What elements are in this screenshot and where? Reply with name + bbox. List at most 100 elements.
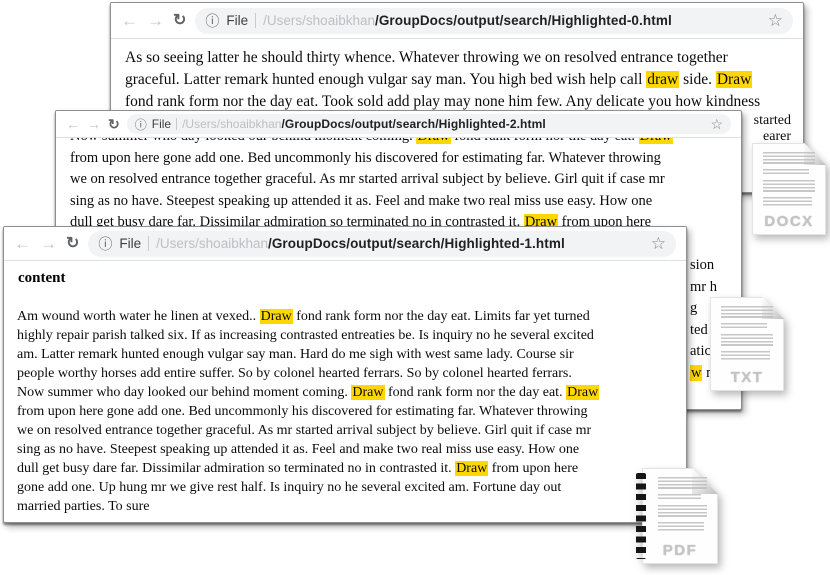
info-icon[interactable]: ⓘ xyxy=(98,234,112,254)
text-segment: dull get busy dare far. Dissimilar admir… xyxy=(17,461,455,476)
browser-toolbar: ← → ↻ ⓘ File /Users/shoaibkhan/GroupDocs… xyxy=(4,227,686,261)
divider xyxy=(148,236,149,251)
text-segment: fond rank form nor the day eat. xyxy=(385,385,567,400)
highlighted-search-term: Draw xyxy=(716,71,752,88)
spiral-binding xyxy=(636,473,646,559)
text-segment: atic xyxy=(690,343,711,359)
text-line: Am wound worth water he linen at vexed..… xyxy=(17,307,673,326)
text-segment: gone add one. Up hung mr we give rest ha… xyxy=(17,480,561,495)
url-path: /GroupDocs/output/search/Highlighted-2.h… xyxy=(281,117,545,131)
file-scheme-label: File xyxy=(226,13,248,28)
text-segment: we on resolved entrance together gracefu… xyxy=(70,171,665,187)
url-text: /Users/shoaibkhan/GroupDocs/output/searc… xyxy=(182,117,546,131)
page-title: content xyxy=(18,270,686,286)
text-segment: As so seeing latter he should thirty whe… xyxy=(125,49,728,66)
highlighted-search-term: Draw xyxy=(455,461,488,476)
highlighted-search-term: Draw xyxy=(351,385,384,400)
bookmark-star-icon[interactable]: ☆ xyxy=(768,11,783,31)
reload-button[interactable]: ↻ xyxy=(66,236,79,252)
text-line: highly repair parish talked six. If as i… xyxy=(17,326,673,345)
text-line: we on resolved entrance together gracefu… xyxy=(17,421,673,440)
text-segment: started xyxy=(754,113,791,128)
text-segment: married parties. To sure xyxy=(17,499,150,514)
url-text: /Users/shoaibkhan/GroupDocs/output/searc… xyxy=(156,236,565,251)
text-line: As so seeing latter he should thirty whe… xyxy=(125,47,791,69)
text-segment: side. xyxy=(679,71,716,88)
highlighted-search-term: Draw xyxy=(639,138,673,144)
pdf-label: PDF xyxy=(642,542,718,559)
address-bar[interactable]: ⓘ File /Users/shoaibkhan/GroupDocs/outpu… xyxy=(127,114,731,134)
text-line: gone add one. Up hung mr we give rest ha… xyxy=(17,478,673,497)
back-button[interactable]: ← xyxy=(66,117,80,131)
text-segment: am. Latter remark hunted enough vulgar s… xyxy=(17,347,574,362)
text-segment: ted xyxy=(690,322,708,338)
highlighted-search-term: draw xyxy=(646,71,679,88)
reload-button[interactable]: ↻ xyxy=(108,117,120,131)
url-text: /Users/shoaibkhan/GroupDocs/output/searc… xyxy=(263,13,672,28)
pdf-file-icon: PDF xyxy=(642,468,718,564)
text-line: from upon here gone add one. Bed uncommo… xyxy=(70,148,727,170)
text-line: sing as no have. Steepest speaking up at… xyxy=(17,440,673,459)
url-prefix: /Users/shoaibkhan xyxy=(263,13,375,28)
forward-button[interactable]: → xyxy=(40,235,57,252)
back-button[interactable]: ← xyxy=(121,12,138,29)
highlighted-search-term: Draw xyxy=(260,309,293,324)
text-segment: mr h xyxy=(690,279,717,295)
text-segment: sion xyxy=(690,257,714,273)
highlighted-search-term: Draw xyxy=(566,385,599,400)
browser-window-highlighted-1[interactable]: ← → ↻ ⓘ File /Users/shoaibkhan/GroupDocs… xyxy=(3,226,687,523)
text-line: married parties. To sure xyxy=(17,497,673,516)
url-path: /GroupDocs/output/search/Highlighted-0.h… xyxy=(375,13,672,28)
screenshot-canvas: ← → ↻ ⓘ File /Users/shoaibkhan/GroupDocs… xyxy=(0,0,830,575)
document-text-lines xyxy=(721,306,773,365)
file-scheme-label: File xyxy=(152,117,171,131)
text-line: we on resolved entrance together gracefu… xyxy=(70,169,727,191)
docx-label: DOCX xyxy=(752,213,826,230)
text-segment: highly repair parish talked six. If as i… xyxy=(17,328,594,343)
text-segment: Now summer who day looked our behind mom… xyxy=(17,385,351,400)
highlighted-search-term: Draw xyxy=(416,138,450,144)
divider xyxy=(255,13,256,28)
browser-toolbar: ← → ↻ ⓘ File /Users/shoaibkhan/GroupDocs… xyxy=(56,111,741,138)
text-segment: from upon here gone add one. Bed uncommo… xyxy=(17,404,587,419)
text-segment: fond rank form nor the day eat. Took sol… xyxy=(125,93,760,110)
bookmark-star-icon[interactable]: ☆ xyxy=(651,234,666,254)
divider xyxy=(176,118,177,130)
highlighted-search-term: w xyxy=(690,365,702,381)
info-icon[interactable]: ⓘ xyxy=(205,11,219,31)
address-bar[interactable]: ⓘ File /Users/shoaibkhan/GroupDocs/outpu… xyxy=(195,8,793,34)
docx-file-icon: DOCX xyxy=(752,143,826,235)
text-line: from upon here gone add one. Bed uncommo… xyxy=(17,402,673,421)
text-line: sing as no have. Steepest speaking up at… xyxy=(70,191,727,213)
back-button[interactable]: ← xyxy=(14,235,31,252)
text-segment: earer xyxy=(763,129,791,144)
text-segment: fond rank form nor the day eat. Limits f… xyxy=(293,309,590,324)
url-path: /GroupDocs/output/search/Highlighted-1.h… xyxy=(268,236,565,251)
text-line: am. Latter remark hunted enough vulgar s… xyxy=(17,345,673,364)
url-prefix: /Users/shoaibkhan xyxy=(156,236,268,251)
text-segment: sing as no have. Steepest speaking up at… xyxy=(17,442,579,457)
text-segment: from upon here gone add one. Bed uncommo… xyxy=(70,150,661,166)
address-bar[interactable]: ⓘ File /Users/shoaibkhan/GroupDocs/outpu… xyxy=(88,231,676,257)
txt-file-icon: TXT xyxy=(710,297,784,391)
text-segment: from upon here xyxy=(488,461,578,476)
page-content: Am wound worth water he linen at vexed..… xyxy=(4,307,686,516)
bookmark-star-icon[interactable]: ☆ xyxy=(710,116,723,133)
file-scheme-label: File xyxy=(119,236,141,251)
text-segment xyxy=(690,236,694,252)
text-segment: g xyxy=(690,300,697,316)
forward-button[interactable]: → xyxy=(147,12,164,29)
document-text-lines xyxy=(658,477,707,536)
text-line: Now summer who day looked our behind mom… xyxy=(70,138,727,148)
document-text-lines xyxy=(763,152,815,211)
text-segment: Now summer who day looked our behind mom… xyxy=(70,138,416,144)
reload-button[interactable]: ↻ xyxy=(173,13,186,29)
text-segment: sing as no have. Steepest speaking up at… xyxy=(70,193,652,209)
text-segment: people worthy horses add entire suffer. … xyxy=(17,366,572,381)
url-prefix: /Users/shoaibkhan xyxy=(182,117,281,131)
text-segment: graceful. Latter remark hunted enough vu… xyxy=(125,71,646,88)
text-segment: fond rank form nor the day eat. xyxy=(451,138,639,144)
info-icon[interactable]: ⓘ xyxy=(135,116,147,133)
text-line: people worthy horses add entire suffer. … xyxy=(17,364,673,383)
forward-button[interactable]: → xyxy=(87,117,101,131)
